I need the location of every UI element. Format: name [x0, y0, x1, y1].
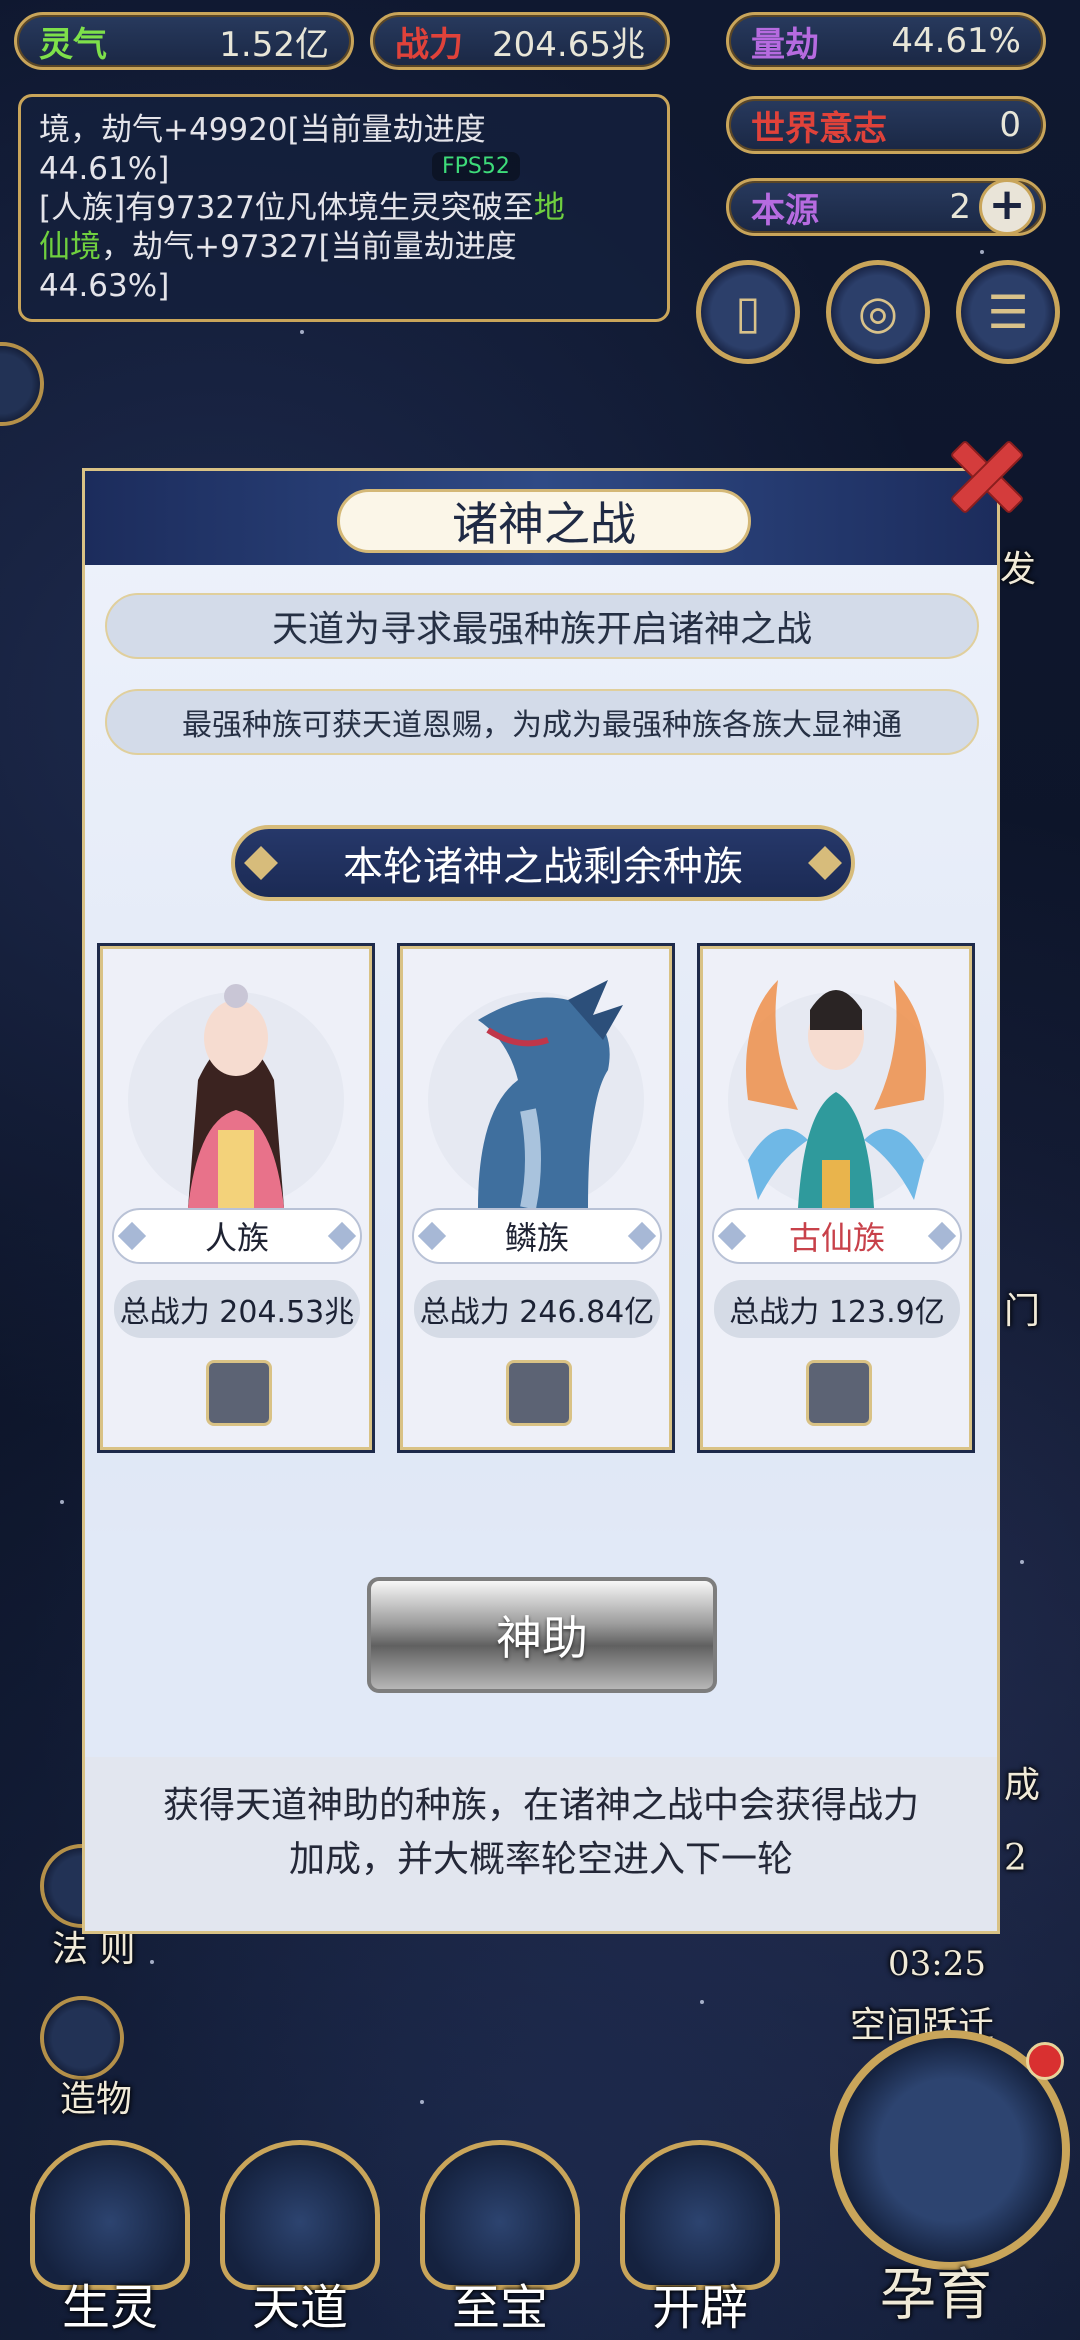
cheng-label[interactable]: 成 [1004, 1756, 1040, 1808]
section-title: 本轮诸神之战剩余种族 [343, 844, 743, 890]
creation-button[interactable] [40, 1996, 124, 2080]
race-select-checkbox[interactable] [206, 1360, 272, 1426]
lingqi-label: 灵气 [39, 24, 107, 65]
world-will-stat[interactable]: 世界意志 0 [726, 96, 1046, 154]
race-card[interactable]: 古仙族 总战力 123.9亿 [697, 943, 975, 1453]
lianjie-label: 量劫 [751, 24, 819, 65]
source-label: 本源 [751, 190, 819, 231]
description-line-1: 天道为寻求最强种族开启诸神之战 [105, 593, 979, 659]
gods-war-dialog: 诸神之战 天道为寻求最强种族开启诸神之战 最强种族可获天道恩赐，为成为最强种族各… [82, 468, 1000, 1934]
card-icon: ▯ [735, 285, 761, 339]
world-will-label: 世界意志 [751, 108, 887, 149]
scroll-button[interactable]: ☰ [956, 260, 1060, 364]
zhanli-stat[interactable]: 战力 204.65兆 [370, 12, 670, 70]
race-portrait [718, 960, 954, 1208]
nav-label: 孕育 [880, 2263, 992, 2328]
nav-zhibao[interactable]: 至宝 [410, 2140, 590, 2340]
race-power: 总战力 123.9亿 [714, 1280, 960, 1338]
card-button[interactable]: ▯ [696, 260, 800, 364]
race-name: 人族 [112, 1208, 362, 1264]
nav-shengling[interactable]: 生灵 [20, 2140, 200, 2340]
description-line-2: 最强种族可获天道恩赐，为成为最强种族各族大显神通 [105, 689, 979, 755]
lianjie-value: 44.61% [891, 21, 1021, 61]
num-badge: 2 [1004, 1838, 1027, 1879]
log-line: 44.63%] [39, 268, 170, 304]
nav-label: 至宝 [451, 2280, 548, 2336]
nav-kaipi[interactable]: 开辟 [610, 2140, 790, 2340]
race-power: 总战力 246.84亿 [414, 1280, 660, 1338]
zhanli-value: 204.65兆 [492, 24, 645, 65]
lingqi-value: 1.52亿 [219, 24, 329, 65]
race-power: 总战力 204.53兆 [114, 1280, 360, 1338]
section-header: 本轮诸神之战剩余种族 [231, 825, 855, 901]
nav-label: 生灵 [61, 2280, 158, 2336]
nav-tiandao[interactable]: 天道 [210, 2140, 390, 2340]
creation-label: 造物 [60, 2079, 133, 2120]
assist-button[interactable]: 神助 [367, 1577, 717, 1693]
fa-label[interactable]: 发 [1000, 540, 1036, 592]
race-card[interactable]: 人族 总战力 204.53兆 [97, 943, 375, 1453]
event-log: 境，劫气+49920[当前量劫进度 44.61%] [人族]有97327位凡体境… [18, 94, 670, 322]
source-value: 2 [949, 187, 971, 227]
log-line: [人族]有97327位凡体境生灵突破至地 [39, 190, 565, 226]
portal-button[interactable]: ◎ [826, 260, 930, 364]
swirl-icon: ◎ [857, 285, 899, 339]
men-label[interactable]: 门 [1004, 1282, 1040, 1334]
race-portrait [118, 960, 354, 1208]
nav-label: 开辟 [651, 2280, 748, 2336]
nav-label: 天道 [251, 2280, 348, 2336]
race-select-checkbox[interactable] [506, 1360, 572, 1426]
lianjie-stat[interactable]: 量劫 44.61% [726, 12, 1046, 70]
diamond-icon [244, 846, 278, 880]
dialog-title: 诸神之战 [337, 489, 751, 553]
source-stat[interactable]: 本源 2 + [726, 178, 1046, 236]
add-source-button[interactable]: + [979, 179, 1035, 235]
lingqi-stat[interactable]: 灵气 1.52亿 [14, 12, 354, 70]
notification-dot [1026, 2042, 1064, 2080]
log-line: 44.61%] [39, 151, 170, 187]
world-will-value: 0 [999, 105, 1021, 145]
race-name: 鳞族 [412, 1208, 662, 1264]
nav-yunyu[interactable]: 孕育 [830, 2030, 1070, 2330]
timer: 03:25 [888, 1944, 986, 1984]
log-line: 仙境，劫气+97327[当前量劫进度 [39, 229, 517, 265]
close-button[interactable] [935, 424, 1035, 524]
assist-description: 获得天道神助的种族，在诸神之战中会获得战力 加成，并大概率轮空进入下一轮 [85, 1757, 997, 1931]
race-portrait [418, 960, 654, 1208]
log-line: 境，劫气+49920[当前量劫进度 [39, 112, 486, 148]
footer-line: 获得天道神助的种族，在诸神之战中会获得战力 [162, 1785, 919, 1826]
race-name: 古仙族 [712, 1208, 962, 1264]
footer-line: 加成，并大概率轮空进入下一轮 [288, 1839, 793, 1880]
fps-counter: FPS52 [432, 152, 520, 181]
diamond-icon [808, 846, 842, 880]
scroll-icon: ☰ [987, 285, 1029, 339]
race-select-checkbox[interactable] [806, 1360, 872, 1426]
zhanli-label: 战力 [395, 24, 463, 65]
race-card[interactable]: 鳞族 总战力 246.84亿 [397, 943, 675, 1453]
